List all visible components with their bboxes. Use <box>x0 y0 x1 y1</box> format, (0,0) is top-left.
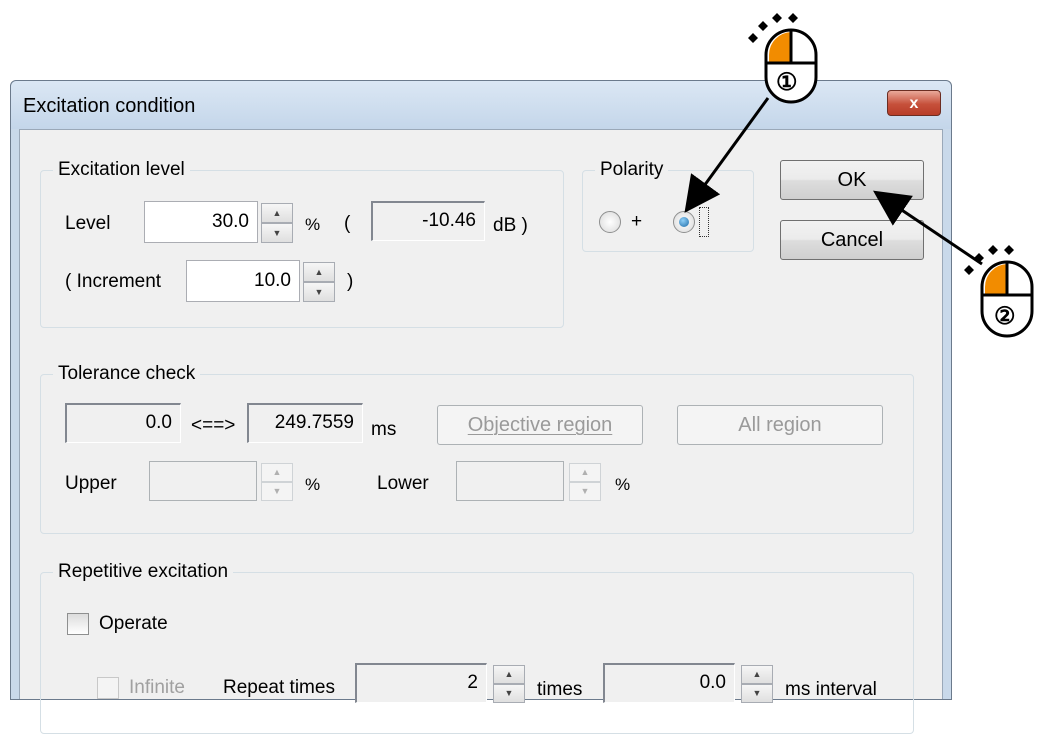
upper-unit: % <box>305 475 321 494</box>
increment-input[interactable]: 10.0 <box>186 260 300 302</box>
lower-input[interactable] <box>456 461 564 501</box>
excitation-level-group: Excitation level Level 30.0 ▲ ▼ % ( -10.… <box>40 159 564 328</box>
close-button[interactable]: x <box>887 90 941 116</box>
polarity-plus-label: + <box>631 211 643 232</box>
infinite-checkbox[interactable] <box>97 677 119 699</box>
increment-spin-up[interactable]: ▲ <box>303 262 335 282</box>
increment-spin-down[interactable]: ▼ <box>303 282 335 302</box>
objective-region-button[interactable]: Objective region <box>437 405 643 445</box>
objective-region-label: Objective region <box>467 414 613 436</box>
interval-input[interactable]: 0.0 <box>603 663 735 703</box>
lower-label: Lower <box>377 473 429 494</box>
db-unit: dB ) <box>493 215 528 236</box>
lower-unit: % <box>615 475 631 494</box>
level-percent-unit: % <box>305 215 321 234</box>
interval-spinner[interactable]: ▲ ▼ <box>741 665 773 703</box>
upper-input[interactable] <box>149 461 257 501</box>
tolerance-check-group: Tolerance check 0.0 <==> 249.7559 ms Obj… <box>40 363 914 534</box>
repeat-spin-up[interactable]: ▲ <box>493 665 525 684</box>
dialog-client-area: Excitation level Level 30.0 ▲ ▼ % ( -10.… <box>19 129 943 734</box>
cancel-button[interactable]: Cancel <box>780 220 924 260</box>
interval-spin-up[interactable]: ▲ <box>741 665 773 684</box>
upper-spin-down[interactable]: ▼ <box>261 482 293 501</box>
polarity-group: Polarity + <box>582 159 754 252</box>
lower-spin-down[interactable]: ▼ <box>569 482 601 501</box>
db-value-display: -10.46 <box>371 201 485 241</box>
mouse-click-icon-2: ② <box>958 232 1039 342</box>
level-label: Level <box>65 213 111 234</box>
repeat-times-label: Repeat times <box>223 677 335 698</box>
mouse-click-icon-1: ① <box>742 8 832 108</box>
infinite-label: Infinite <box>129 677 185 698</box>
operate-label: Operate <box>99 613 168 634</box>
times-unit: times <box>537 679 583 700</box>
excitation-level-label: Excitation level <box>53 159 190 181</box>
repeat-spin-down[interactable]: ▼ <box>493 684 525 703</box>
interval-spin-down[interactable]: ▼ <box>741 684 773 703</box>
lower-spin-up[interactable]: ▲ <box>569 463 601 482</box>
all-region-label: All region <box>738 414 822 436</box>
callout-number-2: ② <box>994 303 1016 330</box>
range-arrow: <==> <box>191 415 236 436</box>
focus-rectangle <box>699 207 709 237</box>
ok-button[interactable]: OK <box>780 160 924 200</box>
polarity-plus-radio[interactable] <box>599 211 621 233</box>
callout-number-1: ① <box>776 69 798 96</box>
all-region-button[interactable]: All region <box>677 405 883 445</box>
repetitive-excitation-group: Repetitive excitation Operate Infinite R… <box>40 561 914 734</box>
operate-checkbox[interactable] <box>67 613 89 635</box>
increment-close-paren: ) <box>347 271 354 292</box>
level-input[interactable]: 30.0 <box>144 201 258 243</box>
upper-spinner[interactable]: ▲ ▼ <box>261 463 293 501</box>
repeat-times-input[interactable]: 2 <box>355 663 487 703</box>
level-spin-up[interactable]: ▲ <box>261 203 293 223</box>
tolerance-ms-unit: ms <box>371 419 397 440</box>
close-icon: x <box>909 95 919 112</box>
lower-spinner[interactable]: ▲ ▼ <box>569 463 601 501</box>
upper-label: Upper <box>65 473 117 494</box>
repeat-spinner[interactable]: ▲ ▼ <box>493 665 525 703</box>
increment-label: ( Increment <box>65 271 162 292</box>
level-spinner[interactable]: ▲ ▼ <box>261 203 293 243</box>
tolerance-check-label: Tolerance check <box>53 363 201 385</box>
repetitive-excitation-label: Repetitive excitation <box>53 561 234 583</box>
tolerance-start-display: 0.0 <box>65 403 181 443</box>
tolerance-end-display: 249.7559 <box>247 403 363 443</box>
excitation-condition-dialog: Excitation condition x Excitation level … <box>10 80 952 734</box>
polarity-label: Polarity <box>595 159 669 181</box>
upper-spin-up[interactable]: ▲ <box>261 463 293 482</box>
window-title: Excitation condition <box>23 95 196 117</box>
level-spin-down[interactable]: ▼ <box>261 223 293 243</box>
polarity-minus-radio[interactable] <box>673 211 695 233</box>
increment-spinner[interactable]: ▲ ▼ <box>303 262 335 302</box>
db-open-paren: ( <box>344 213 351 234</box>
interval-unit: ms interval <box>785 679 877 700</box>
